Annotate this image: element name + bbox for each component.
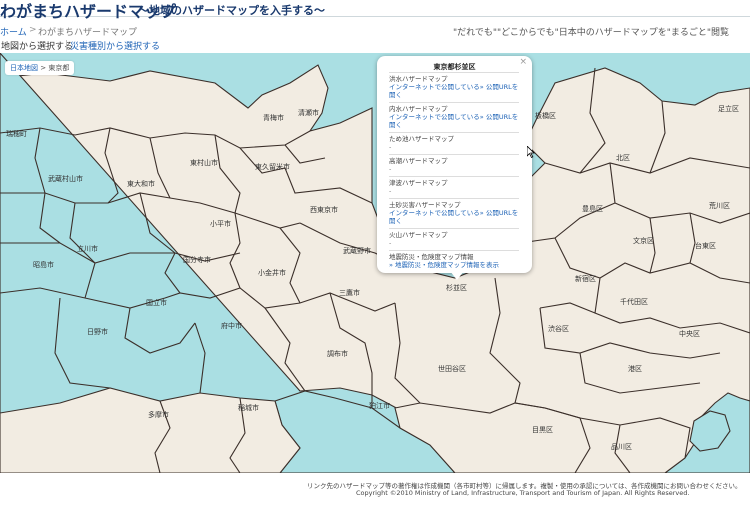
site-tagline: "だれでも""どこからでも"日本中のハザードマップを"まるごと"閲覧 <box>453 28 730 38</box>
city-label[interactable]: 千代田区 <box>620 297 648 306</box>
city-labels: 瑞穂町 青梅市武蔵村山市東大和市 東村山市 東久留米市 清瀬市立川市昭島市 国分寺市 小平市… <box>6 104 739 451</box>
footer-copyright: Copyright ©2010 Ministry of Land, Infras… <box>356 489 690 497</box>
city-label[interactable]: 豊島区 <box>582 204 603 213</box>
hazard-item-earthquake: 地震防災・危険度マップ情報 » 地震防災・危険度マップ情報を表示 <box>389 250 519 272</box>
hazard-item-link[interactable]: インターネットで公開している» 公開URLを開く <box>389 83 519 99</box>
city-label[interactable]: 国分寺市 <box>183 255 211 264</box>
city-label[interactable]: 西東京市 <box>310 205 338 214</box>
city-label[interactable]: 東村山市 <box>190 158 218 167</box>
tab-select-from-map[interactable]: 地図から選択する <box>1 39 73 52</box>
map-area[interactable]: 瑞穂町 青梅市武蔵村山市東大和市 東村山市 東久留米市 清瀬市立川市昭島市 国分寺市 小平市… <box>0 53 750 473</box>
hazard-item-name: 高潮ハザードマップ <box>389 157 448 165</box>
hazard-item-storm-surge: 高潮ハザードマップ - <box>389 154 519 176</box>
city-label[interactable]: 港区 <box>628 364 642 373</box>
breadcrumb-separator: > <box>29 25 37 35</box>
city-label[interactable]: 調布市 <box>327 349 348 358</box>
hazard-item-volcano: 火山ハザードマップ - <box>389 228 519 250</box>
hazard-item-status: - <box>389 143 392 151</box>
city-label[interactable]: 清瀬市 <box>298 108 319 117</box>
city-label[interactable]: 東大和市 <box>127 179 155 188</box>
hazard-item-name: ため池ハザードマップ <box>389 135 454 143</box>
city-label[interactable]: 多摩市 <box>148 410 169 419</box>
city-label[interactable]: 立川市 <box>77 244 98 253</box>
city-label[interactable]: 昭島市 <box>33 260 54 269</box>
hazard-item-tsunami: 津波ハザードマップ - <box>389 176 519 198</box>
city-label[interactable]: 武蔵村山市 <box>48 174 83 183</box>
city-label[interactable]: 足立区 <box>718 104 739 113</box>
city-label[interactable]: 狛江市 <box>369 401 390 410</box>
city-label[interactable]: 府中市 <box>221 321 242 330</box>
hazard-item-status: - <box>389 165 392 173</box>
hazard-item-name: 洪水ハザードマップ <box>389 75 448 83</box>
city-label[interactable]: 中央区 <box>679 329 700 338</box>
hazard-item-name: 地震防災・危険度マップ情報 <box>389 253 474 261</box>
site-subtitle: ～地域のハザードマップを入手する～ <box>138 4 325 17</box>
city-label[interactable]: 日野市 <box>87 327 108 336</box>
city-label[interactable]: 世田谷区 <box>438 364 466 373</box>
hazard-item-landslide: 土砂災害ハザードマップ インターネットで公開している» 公開URLを開く <box>389 198 519 228</box>
breadcrumb: ホーム > わがまちハザードマップ "だれでも""どこからでも"日本中のハザード… <box>0 25 750 38</box>
breadcrumb-current: わがまちハザードマップ <box>38 28 138 38</box>
hazard-item-name: 津波ハザードマップ <box>389 179 448 187</box>
map-breadcrumb: 日本地図 > 東京都 <box>5 61 75 75</box>
map-breadcrumb-separator: > <box>40 64 47 72</box>
breadcrumb-home-link[interactable]: ホーム <box>0 25 27 38</box>
hazard-item-name: 土砂災害ハザードマップ <box>389 201 461 209</box>
hazard-item-status: - <box>389 239 392 247</box>
city-label[interactable]: 荒川区 <box>709 201 730 210</box>
hazard-item-flood: 洪水ハザードマップ インターネットで公開している» 公開URLを開く <box>389 72 519 102</box>
city-label[interactable]: 東久留米市 <box>255 162 290 171</box>
city-label[interactable]: 三鷹市 <box>339 288 360 297</box>
city-label[interactable]: 北区 <box>616 154 630 162</box>
city-label[interactable]: 台東区 <box>695 241 716 250</box>
map-breadcrumb-japan-link[interactable]: 日本地図 <box>10 64 38 72</box>
hazard-item-name: 火山ハザードマップ <box>389 231 448 239</box>
hazard-item-inland-flood: 内水ハザードマップ インターネットで公開している» 公開URLを開く <box>389 102 519 132</box>
city-label[interactable]: 品川区 <box>611 443 632 451</box>
hazard-map-list: 洪水ハザードマップ インターネットで公開している» 公開URLを開く 内水ハザー… <box>389 72 519 272</box>
municipality-popup: × 東京都杉並区 洪水ハザードマップ インターネットで公開している» 公開URL… <box>377 56 532 273</box>
hazard-item-link[interactable]: » 地震防災・危険度マップ情報を表示 <box>389 261 519 269</box>
hazard-item-reservoir: ため池ハザードマップ - <box>389 132 519 154</box>
popup-title: 東京都杉並区 <box>433 63 476 71</box>
city-label[interactable]: 瑞穂町 <box>6 129 27 138</box>
hazard-item-status: - <box>389 187 392 195</box>
city-label[interactable]: 稲城市 <box>238 403 259 412</box>
city-label[interactable]: 国立市 <box>146 298 167 307</box>
hazard-item-name: 内水ハザードマップ <box>389 105 448 113</box>
mode-tabs: 地図から選択する 災害種別から選択する <box>0 38 750 52</box>
city-label[interactable]: 文京区 <box>633 236 654 245</box>
city-label[interactable]: 板橋区 <box>535 111 556 120</box>
city-label[interactable]: 小金井市 <box>258 268 286 277</box>
city-label[interactable]: 杉並区 <box>446 283 467 292</box>
map-breadcrumb-current: 東京都 <box>48 64 70 72</box>
city-label[interactable]: 青梅市 <box>263 113 284 122</box>
city-label[interactable]: 目黒区 <box>532 426 553 434</box>
site-footer: リンク先のハザードマップ等の著作権は作成機関（各市町村等）に帰属します。複製・使… <box>0 473 750 524</box>
tab-divider <box>66 40 67 50</box>
city-label[interactable]: 渋谷区 <box>548 324 569 333</box>
popup-pointer <box>450 271 464 280</box>
city-label[interactable]: 小平市 <box>210 219 231 228</box>
city-label[interactable]: 新宿区 <box>575 274 596 283</box>
mouse-cursor-icon <box>527 146 535 158</box>
hazard-item-link[interactable]: インターネットで公開している» 公開URLを開く <box>389 209 519 225</box>
hazard-item-link[interactable]: インターネットで公開している» 公開URLを開く <box>389 113 519 129</box>
tab-select-by-disaster-type[interactable]: 災害種別から選択する <box>70 39 160 52</box>
site-header: わがまちハザードマップ ～地域のハザードマップを入手する～ <box>0 0 750 21</box>
city-label[interactable]: 武蔵野市 <box>343 246 371 255</box>
